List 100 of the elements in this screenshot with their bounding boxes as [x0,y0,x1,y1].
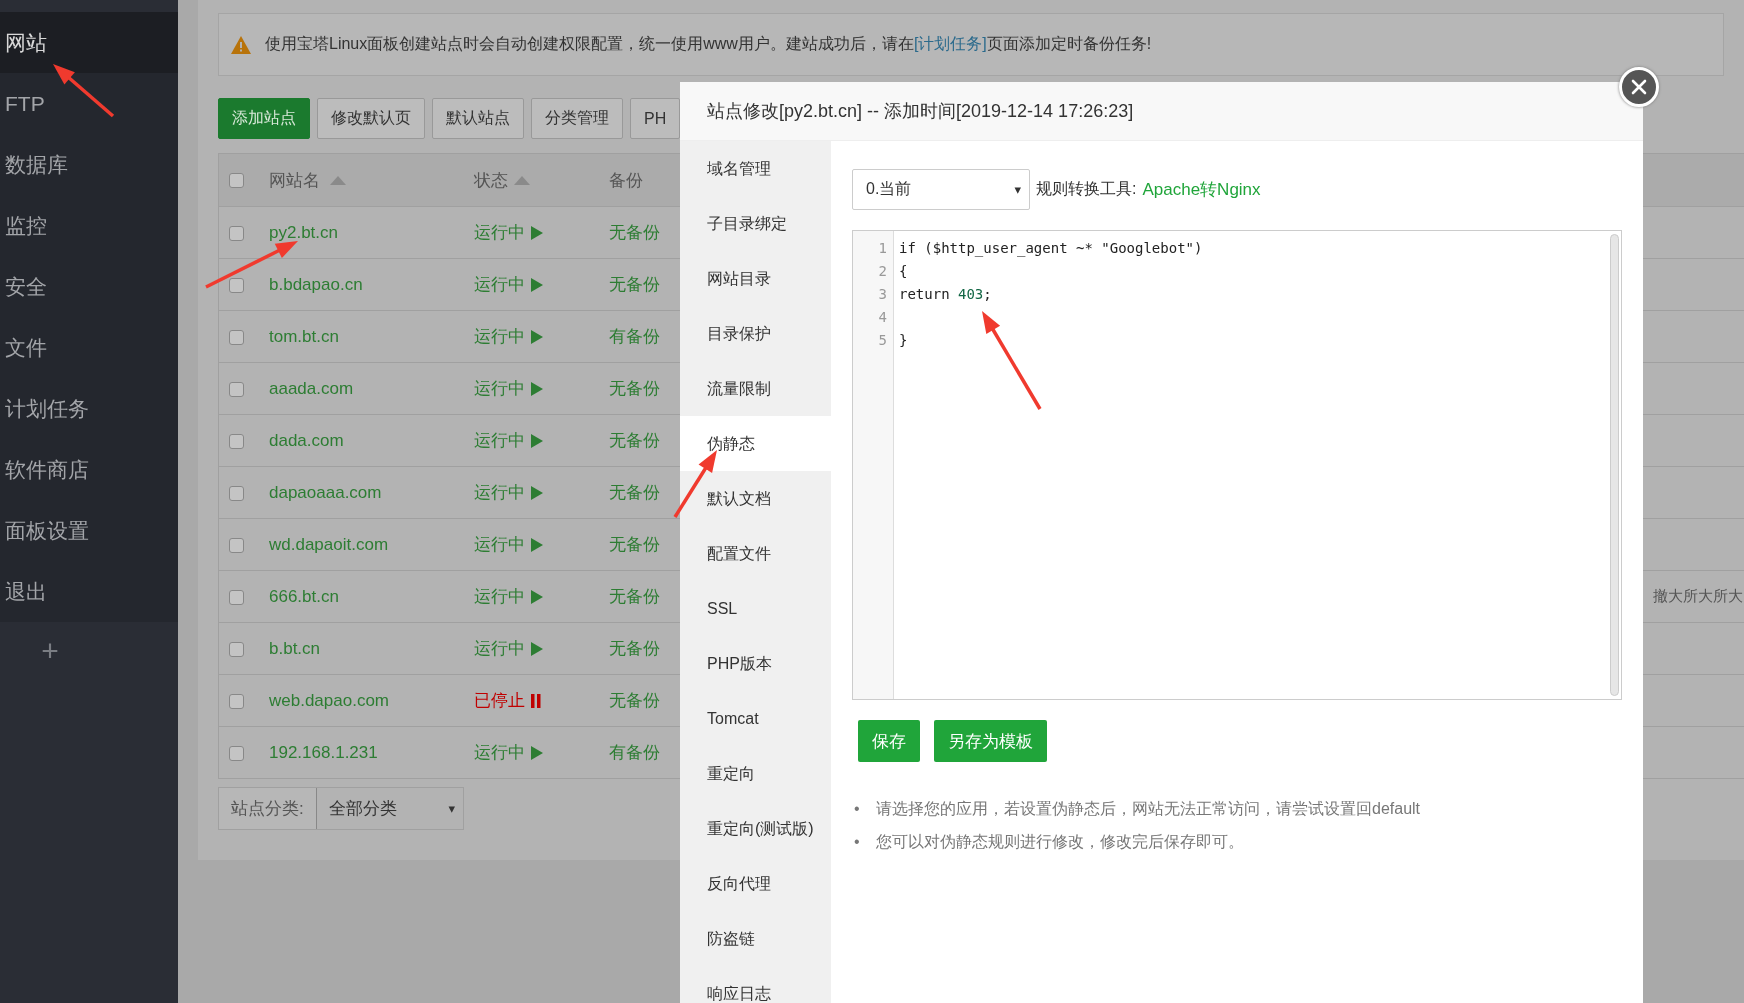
backup-link[interactable]: 有备份 [609,327,660,346]
nav-item[interactable]: 配置文件 [680,526,831,581]
play-icon [531,225,543,240]
column-header[interactable]: 网站名 [269,168,320,192]
sort-icon[interactable] [514,175,530,185]
status-text[interactable]: 运行中 [474,585,525,608]
backup-link[interactable]: 无备份 [609,639,660,658]
site-link[interactable]: 666.bt.cn [269,586,339,607]
status-text[interactable]: 运行中 [474,429,525,452]
action-button[interactable]: 保存 [858,720,920,762]
status-text[interactable]: 已停止 [474,689,525,712]
status-text[interactable]: 运行中 [474,481,525,504]
nav-item[interactable]: Tomcat [680,691,831,746]
backup-link[interactable]: 无备份 [609,587,660,606]
toolbar-button[interactable]: 默认站点 [432,98,524,139]
dialog-title: 站点修改[py2.bt.cn] -- 添加时间[2019-12-14 17:26:23] [680,82,1643,141]
remark-text: 撤大所大所大 [1653,587,1743,604]
backup-link[interactable]: 有备份 [609,743,660,762]
status-text[interactable]: 运行中 [474,325,525,348]
code-editor[interactable]: 1 2 3 4 5 if ($http_user_agent ~* "Googlebot") { return 403; } [852,230,1622,700]
toolbar-button[interactable]: PH [630,98,681,139]
play-icon [531,641,543,656]
checkbox[interactable] [229,433,244,449]
play-icon [531,745,543,760]
site-link[interactable]: b.bdapao.cn [269,274,363,295]
checkbox[interactable] [229,381,244,397]
add-button[interactable]: + [30,636,70,666]
checkbox[interactable] [229,329,244,345]
site-link[interactable]: web.dapao.com [269,690,390,711]
sidebar-item[interactable]: 数据库 [0,134,178,195]
toolbar-button[interactable]: 添加站点 [218,98,310,139]
nav-item[interactable]: SSL [680,581,831,636]
status-text[interactable]: 运行中 [474,741,525,764]
sidebar-item[interactable]: 退出 [0,561,178,622]
nav-item[interactable]: PHP版本 [680,636,831,691]
status-text[interactable]: 运行中 [474,533,525,556]
action-button[interactable]: 另存为模板 [934,720,1047,762]
backup-link[interactable]: 无备份 [609,223,660,242]
site-link[interactable]: tom.bt.cn [269,326,339,347]
sidebar-item[interactable]: 监控 [0,195,178,256]
site-link[interactable]: aaada.com [269,378,354,399]
template-select[interactable]: 0.当前 ▾ [852,169,1030,210]
backup-link[interactable]: 无备份 [609,275,660,294]
nav-item[interactable]: 域名管理 [680,141,831,196]
column-header: 备份 [609,170,643,190]
checkbox[interactable] [229,485,244,501]
status-text[interactable]: 运行中 [474,273,525,296]
checkbox[interactable] [229,225,244,241]
site-link[interactable]: 192.168.1.231 [269,742,378,763]
sidebar-item[interactable]: 面板设置 [0,500,178,561]
status-text[interactable]: 运行中 [474,221,525,244]
nav-item[interactable]: 网站目录 [680,251,831,306]
checkbox[interactable] [229,173,244,188]
backup-link[interactable]: 无备份 [609,379,660,398]
scrollbar[interactable] [1610,234,1619,696]
sidebar-item[interactable]: 文件 [0,317,178,378]
nav-item[interactable]: 重定向 [680,746,831,801]
category-select[interactable]: 全部分类 ▾ [315,788,463,829]
backup-link[interactable]: 无备份 [609,431,660,450]
sidebar-item[interactable]: 软件商店 [0,439,178,500]
nav-item[interactable]: 响应日志 [680,966,831,1003]
checkbox[interactable] [229,537,244,553]
site-link[interactable]: wd.dapaoit.com [269,534,389,555]
toolbar-button[interactable]: 修改默认页 [317,98,425,139]
task-link[interactable]: [计划任务] [913,35,987,52]
nav-item[interactable]: 反向代理 [680,856,831,911]
sidebar-item[interactable]: 网站 [0,12,178,73]
sidebar-item[interactable]: 计划任务 [0,378,178,439]
checkbox[interactable] [229,589,244,605]
site-link[interactable]: dada.com [269,430,344,451]
close-icon [1631,79,1647,95]
nav-item[interactable]: 重定向(测试版) [680,801,831,856]
filter-label: 站点分类: [219,788,316,829]
checkbox[interactable] [229,745,244,761]
site-link[interactable]: py2.bt.cn [269,222,338,243]
nav-item[interactable]: 子目录绑定 [680,196,831,251]
column-header[interactable]: 状态 [474,168,508,192]
backup-link[interactable]: 无备份 [609,483,660,502]
sort-icon[interactable] [330,175,346,185]
nav-item[interactable]: 伪静态 [680,416,831,471]
converter-link[interactable]: Apache转Nginx [1142,178,1261,201]
backup-link[interactable]: 无备份 [609,535,660,554]
nav-item[interactable]: 防盗链 [680,911,831,966]
status-text[interactable]: 运行中 [474,637,525,660]
sidebar-item[interactable]: 安全 [0,256,178,317]
nav-item[interactable]: 流量限制 [680,361,831,416]
sidebar-item[interactable]: FTP [0,73,178,134]
status-text[interactable]: 运行中 [474,377,525,400]
checkbox[interactable] [229,641,244,657]
code-line: if ($http_user_agent ~* "Googlebot") [899,240,1203,256]
checkbox[interactable] [229,693,244,709]
nav-item[interactable]: 目录保护 [680,306,831,361]
nav-item[interactable]: 默认文档 [680,471,831,526]
play-icon [531,485,543,500]
site-link[interactable]: b.bt.cn [269,638,321,659]
help-text: 请选择您的应用，若设置伪静态后，网站无法正常访问，请尝试设置回default [876,800,1421,817]
site-link[interactable]: dapaoaaa.com [269,482,382,503]
backup-link[interactable]: 无备份 [609,691,660,710]
checkbox[interactable] [229,277,244,293]
toolbar-button[interactable]: 分类管理 [531,98,623,139]
